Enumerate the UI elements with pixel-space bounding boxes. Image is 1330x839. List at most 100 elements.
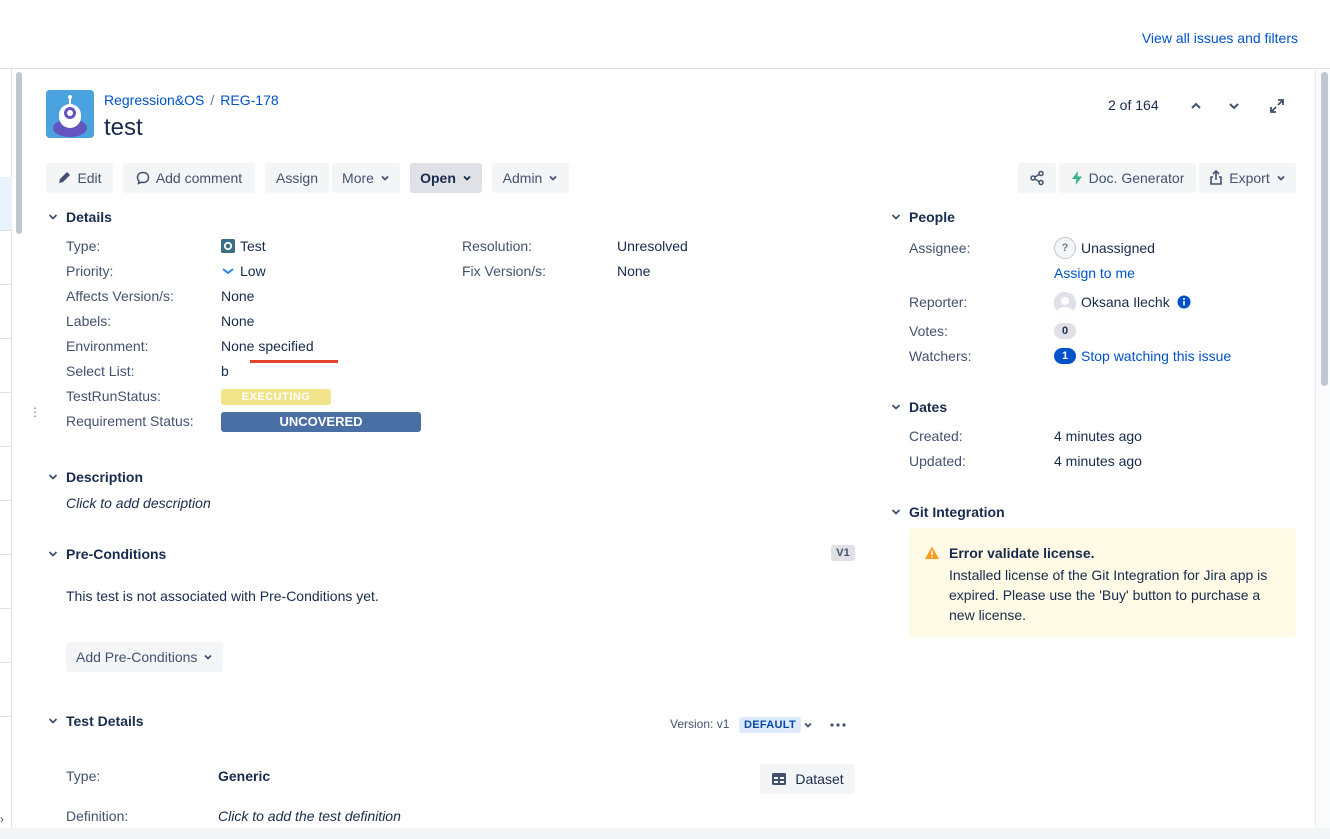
chevron-down-icon[interactable] bbox=[803, 720, 813, 730]
type-value-field[interactable]: Test bbox=[221, 238, 266, 254]
right-scrollbar[interactable] bbox=[1321, 72, 1328, 386]
test-type-icon bbox=[221, 239, 235, 253]
reporter-label: Reporter: bbox=[909, 294, 968, 310]
project-avatar[interactable] bbox=[46, 90, 94, 138]
test-details-title: Test Details bbox=[66, 713, 144, 729]
chevron-down-icon bbox=[381, 175, 389, 181]
add-preconditions-button[interactable]: Add Pre-Conditions bbox=[66, 642, 224, 672]
description-placeholder[interactable]: Click to add description bbox=[66, 495, 211, 511]
watchers-label: Watchers: bbox=[909, 348, 972, 364]
export-icon bbox=[1210, 170, 1223, 185]
chevron-down-icon bbox=[48, 551, 58, 557]
select-list-label: Select List: bbox=[66, 363, 135, 379]
chevron-down-icon bbox=[891, 509, 901, 515]
chevron-down-icon bbox=[1277, 175, 1285, 181]
admin-button[interactable]: Admin bbox=[492, 163, 569, 193]
affects-version-value[interactable]: None bbox=[221, 288, 254, 304]
chevron-down-icon bbox=[204, 654, 213, 660]
reporter-value[interactable]: Oksana Ilechk bbox=[1081, 294, 1170, 310]
priority-label: Priority: bbox=[66, 263, 114, 279]
fix-version-value[interactable]: None bbox=[617, 263, 650, 279]
preconditions-message: This test is not associated with Pre-Con… bbox=[66, 588, 379, 604]
environment-label: Environment: bbox=[66, 338, 149, 354]
details-section-toggle[interactable]: Details bbox=[46, 209, 112, 225]
version-selector[interactable]: Version: v1 bbox=[670, 717, 729, 731]
warning-icon bbox=[925, 546, 939, 559]
git-integration-section-toggle[interactable]: Git Integration bbox=[889, 504, 1005, 520]
testrun-status-label: TestRunStatus: bbox=[66, 388, 161, 404]
edit-button-label: Edit bbox=[77, 170, 102, 186]
dates-section-toggle[interactable]: Dates bbox=[889, 399, 947, 415]
doc-generator-button[interactable]: Doc. Generator bbox=[1059, 163, 1196, 193]
details-title: Details bbox=[66, 209, 112, 225]
people-section-toggle[interactable]: People bbox=[889, 209, 955, 225]
created-label: Created: bbox=[909, 428, 963, 444]
chevron-down-icon bbox=[463, 175, 471, 181]
share-button[interactable] bbox=[1018, 163, 1056, 193]
export-button[interactable]: Export bbox=[1199, 163, 1296, 193]
edit-button[interactable]: Edit bbox=[46, 163, 113, 193]
votes-label: Votes: bbox=[909, 323, 948, 339]
alien-avatar-icon bbox=[46, 90, 94, 138]
preconditions-section-toggle[interactable]: Pre-Conditions bbox=[46, 546, 166, 562]
more-icon[interactable] bbox=[829, 718, 847, 732]
license-error-message: Installed license of the Git Integration… bbox=[949, 567, 1268, 623]
left-issue-list-rail bbox=[0, 69, 12, 839]
breadcrumb-issue-key-link[interactable]: REG-178 bbox=[220, 92, 278, 108]
chevron-down-icon bbox=[48, 474, 58, 480]
license-warning-panel: Error validate license. Installed licens… bbox=[909, 528, 1296, 637]
testrun-status-lozenge: EXECUTING bbox=[221, 389, 331, 405]
info-icon[interactable] bbox=[1177, 295, 1191, 309]
labels-value[interactable]: None bbox=[221, 313, 254, 329]
reporter-avatar bbox=[1054, 292, 1076, 314]
description-title: Description bbox=[66, 469, 144, 485]
more-button[interactable]: More bbox=[332, 163, 400, 193]
chevron-right-icon[interactable]: › bbox=[0, 812, 4, 826]
more-label: More bbox=[342, 170, 374, 186]
list-divider bbox=[0, 392, 12, 393]
stop-watching-link[interactable]: Stop watching this issue bbox=[1081, 348, 1231, 364]
people-title: People bbox=[909, 209, 955, 225]
chevron-down-icon[interactable] bbox=[1224, 96, 1244, 116]
assign-button[interactable]: Assign bbox=[265, 163, 329, 193]
select-list-value[interactable]: b bbox=[221, 363, 229, 379]
add-comment-button[interactable]: Add comment bbox=[123, 163, 255, 193]
type-label: Type: bbox=[66, 238, 101, 254]
view-all-issues-link[interactable]: View all issues and filters bbox=[1142, 30, 1298, 46]
table-icon bbox=[772, 773, 787, 785]
list-divider bbox=[0, 608, 12, 609]
votes-count[interactable]: 0 bbox=[1054, 323, 1076, 339]
priority-value: Low bbox=[240, 263, 266, 279]
chevron-down-icon bbox=[48, 718, 58, 724]
environment-value[interactable]: None specified bbox=[221, 338, 314, 354]
assign-to-me-link[interactable]: Assign to me bbox=[1054, 265, 1135, 281]
annotation-underline bbox=[250, 360, 338, 363]
list-divider bbox=[0, 338, 12, 339]
definition-value[interactable]: Click to add the test definition bbox=[218, 808, 401, 824]
test-details-section-toggle[interactable]: Test Details bbox=[46, 713, 144, 729]
assignee-value[interactable]: Unassigned bbox=[1081, 240, 1155, 256]
dataset-label: Dataset bbox=[795, 771, 844, 787]
pencil-icon bbox=[59, 172, 71, 183]
license-error-title: Error validate license. bbox=[949, 545, 1095, 561]
selected-list-item[interactable] bbox=[0, 177, 12, 231]
expand-icon[interactable] bbox=[1267, 96, 1287, 116]
chevron-down-icon bbox=[891, 214, 901, 220]
unassigned-avatar-icon: ? bbox=[1054, 237, 1076, 259]
test-type-label: Type: bbox=[66, 768, 101, 784]
chevron-up-icon[interactable] bbox=[1186, 96, 1206, 116]
breadcrumb-separator: / bbox=[210, 92, 215, 108]
add-comment-label: Add comment bbox=[155, 170, 243, 186]
dataset-button[interactable]: Dataset bbox=[760, 764, 855, 794]
test-type-value[interactable]: Generic bbox=[218, 768, 270, 784]
resize-handle-icon[interactable]: ⋮ bbox=[29, 406, 41, 418]
breadcrumb-project-link[interactable]: Regression&OS bbox=[104, 92, 204, 108]
status-open-button[interactable]: Open bbox=[410, 163, 482, 193]
doc-generator-label: Doc. Generator bbox=[1088, 170, 1185, 186]
requirement-status-badge: UNCOVERED bbox=[221, 412, 421, 432]
issue-title[interactable]: test bbox=[104, 114, 143, 142]
left-scrollbar[interactable] bbox=[16, 72, 22, 234]
priority-value-field[interactable]: Low bbox=[221, 263, 266, 279]
description-section-toggle[interactable]: Description bbox=[46, 469, 143, 485]
chevron-down-icon bbox=[48, 214, 58, 220]
